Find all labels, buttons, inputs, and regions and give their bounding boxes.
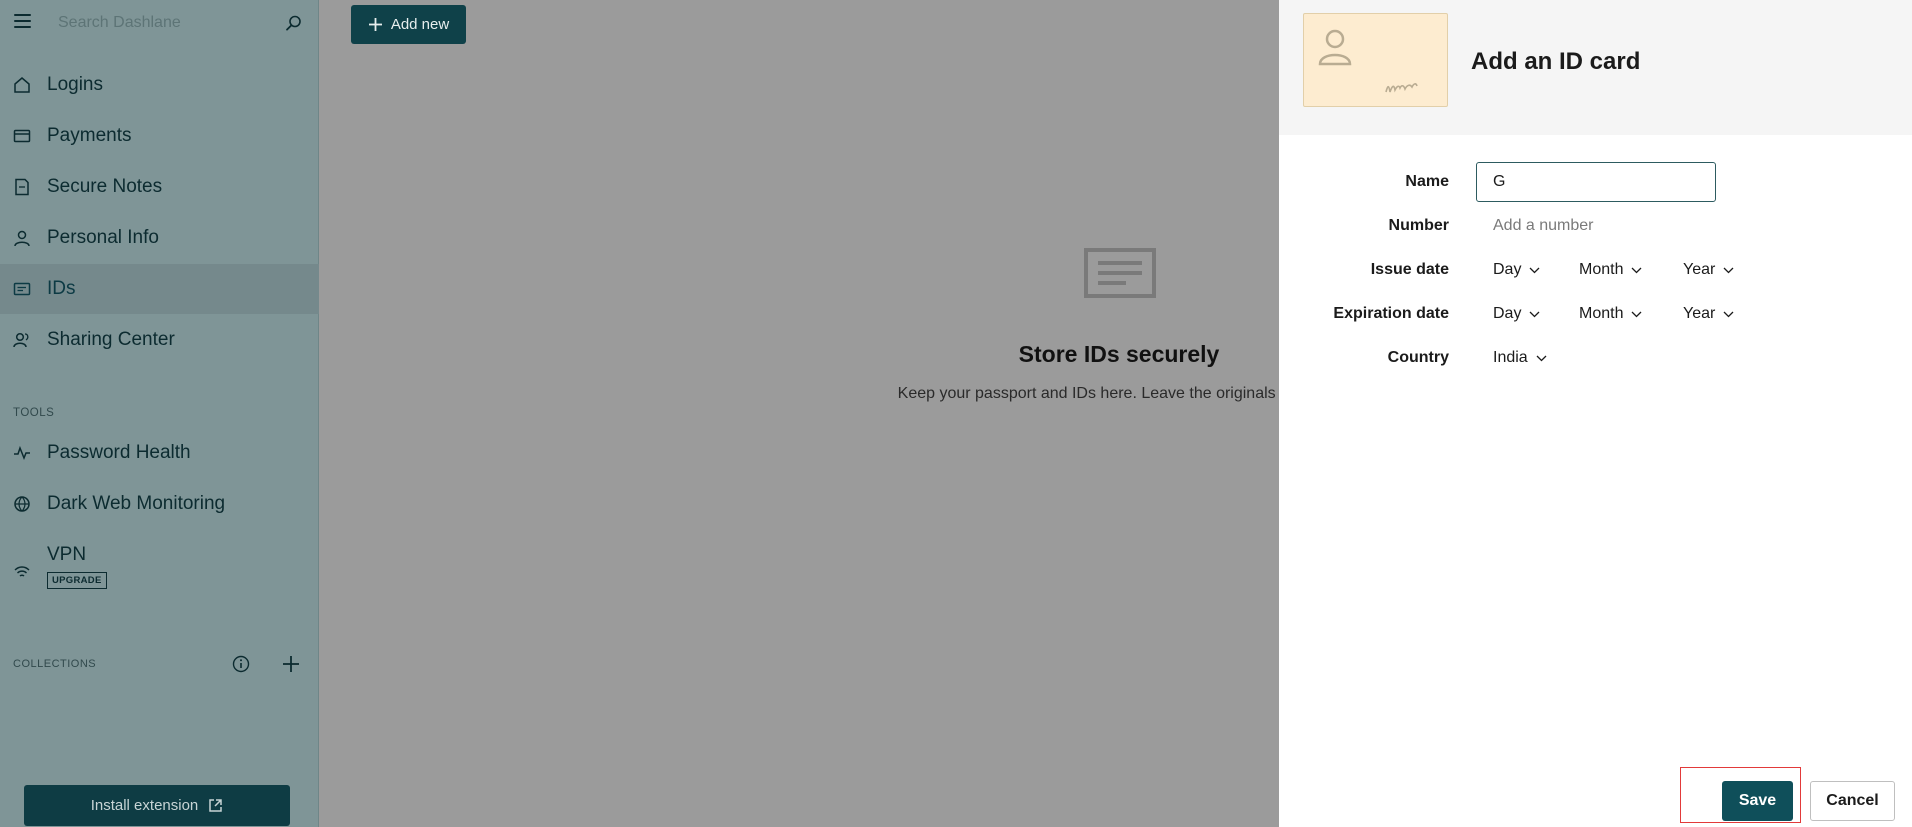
- sidebar-item-label: VPN: [47, 544, 87, 565]
- upgrade-badge[interactable]: UPGRADE: [47, 572, 107, 589]
- sidebar-item-label: Payments: [47, 125, 132, 146]
- id-card-avatar-icon: [1318, 29, 1418, 93]
- select-value: Day: [1493, 261, 1522, 278]
- wifi-icon: [13, 563, 31, 581]
- card-icon: [13, 127, 31, 145]
- plus-icon: [368, 18, 382, 31]
- id-icon: [13, 280, 31, 298]
- save-button[interactable]: Save: [1722, 781, 1793, 821]
- number-label: Number: [1388, 217, 1449, 234]
- install-extension-button[interactable]: Install extension: [24, 785, 290, 826]
- chevron-down-icon: [1632, 311, 1642, 317]
- sidebar-item-logins[interactable]: Logins: [0, 60, 319, 110]
- chevron-down-icon: [1723, 267, 1734, 273]
- sharing-icon: [13, 331, 31, 349]
- login-icon: [13, 76, 31, 94]
- select-value: India: [1493, 349, 1528, 366]
- id-card-thumbnail: [1303, 13, 1448, 107]
- add-id-panel: Add an ID card Name Number Issue date Da…: [1279, 0, 1912, 827]
- sidebar-item-sharing-center[interactable]: Sharing Center: [0, 315, 319, 365]
- expiration-year-select[interactable]: Year: [1683, 305, 1734, 323]
- sidebar-item-label: Sharing Center: [47, 329, 175, 350]
- collections-section-title: COLLECTIONS: [13, 658, 97, 670]
- sidebar-item-dark-web-monitoring[interactable]: Dark Web Monitoring: [0, 479, 319, 529]
- country-label: Country: [1387, 349, 1449, 366]
- search-input[interactable]: [58, 8, 278, 38]
- empty-state-title: Store IDs securely: [1018, 341, 1220, 367]
- name-label: Name: [1405, 173, 1449, 190]
- issue-day-select[interactable]: Day: [1493, 261, 1540, 279]
- sidebar: Logins Payments Secure Notes Personal In…: [0, 0, 319, 827]
- sidebar-item-ids[interactable]: IDs: [0, 264, 319, 314]
- add-new-button[interactable]: Add new: [351, 5, 466, 44]
- expiration-date-label: Expiration date: [1333, 305, 1449, 322]
- sidebar-item-label: Password Health: [47, 442, 191, 463]
- chevron-down-icon: [1723, 311, 1734, 317]
- select-value: Month: [1579, 305, 1624, 322]
- chevron-down-icon: [1529, 311, 1540, 317]
- add-new-label: Add new: [390, 16, 450, 33]
- pulse-icon: [13, 444, 31, 462]
- panel-title: Add an ID card: [1471, 48, 1641, 75]
- chevron-down-icon: [1536, 355, 1547, 361]
- panel-header: Add an ID card: [1279, 0, 1912, 135]
- note-icon: [13, 178, 31, 196]
- sidebar-item-personal-info[interactable]: Personal Info: [0, 213, 319, 263]
- expiration-month-select[interactable]: Month: [1579, 305, 1642, 323]
- cancel-button[interactable]: Cancel: [1810, 781, 1895, 821]
- sidebar-item-payments[interactable]: Payments: [0, 111, 319, 161]
- sidebar-item-label: IDs: [47, 278, 76, 299]
- issue-date-label: Issue date: [1370, 261, 1449, 278]
- select-value: Day: [1493, 305, 1522, 322]
- sidebar-item-label: Dark Web Monitoring: [47, 493, 226, 514]
- sidebar-item-secure-notes[interactable]: Secure Notes: [0, 162, 319, 212]
- search-icon[interactable]: [285, 14, 303, 32]
- person-icon: [13, 229, 31, 247]
- select-value: Year: [1683, 261, 1716, 278]
- chevron-down-icon: [1632, 267, 1642, 273]
- external-link-icon: [209, 799, 223, 812]
- number-field[interactable]: [1493, 214, 1693, 238]
- sidebar-item-label: Secure Notes: [47, 176, 163, 197]
- menu-icon[interactable]: [14, 14, 31, 28]
- chevron-down-icon: [1529, 267, 1540, 273]
- sidebar-item-password-health[interactable]: Password Health: [0, 428, 319, 478]
- issue-month-select[interactable]: Month: [1579, 261, 1642, 279]
- install-extension-label: Install extension: [90, 797, 199, 814]
- name-field[interactable]: [1476, 162, 1716, 202]
- sidebar-item-label: Personal Info: [47, 227, 159, 248]
- sidebar-header: [0, 0, 319, 46]
- expiration-day-select[interactable]: Day: [1493, 305, 1540, 323]
- main-content: Add new: [319, 0, 1279, 827]
- tools-section-title: TOOLS: [13, 407, 55, 419]
- add-collection-icon[interactable]: [280, 653, 302, 675]
- country-select[interactable]: India: [1493, 349, 1547, 367]
- select-value: Year: [1683, 305, 1716, 322]
- id-card-illustration-icon: [1084, 248, 1156, 298]
- issue-year-select[interactable]: Year: [1683, 261, 1734, 279]
- info-icon[interactable]: [232, 655, 250, 673]
- select-value: Month: [1579, 261, 1624, 278]
- sidebar-item-label: Logins: [47, 74, 103, 95]
- globe-icon: [13, 495, 31, 513]
